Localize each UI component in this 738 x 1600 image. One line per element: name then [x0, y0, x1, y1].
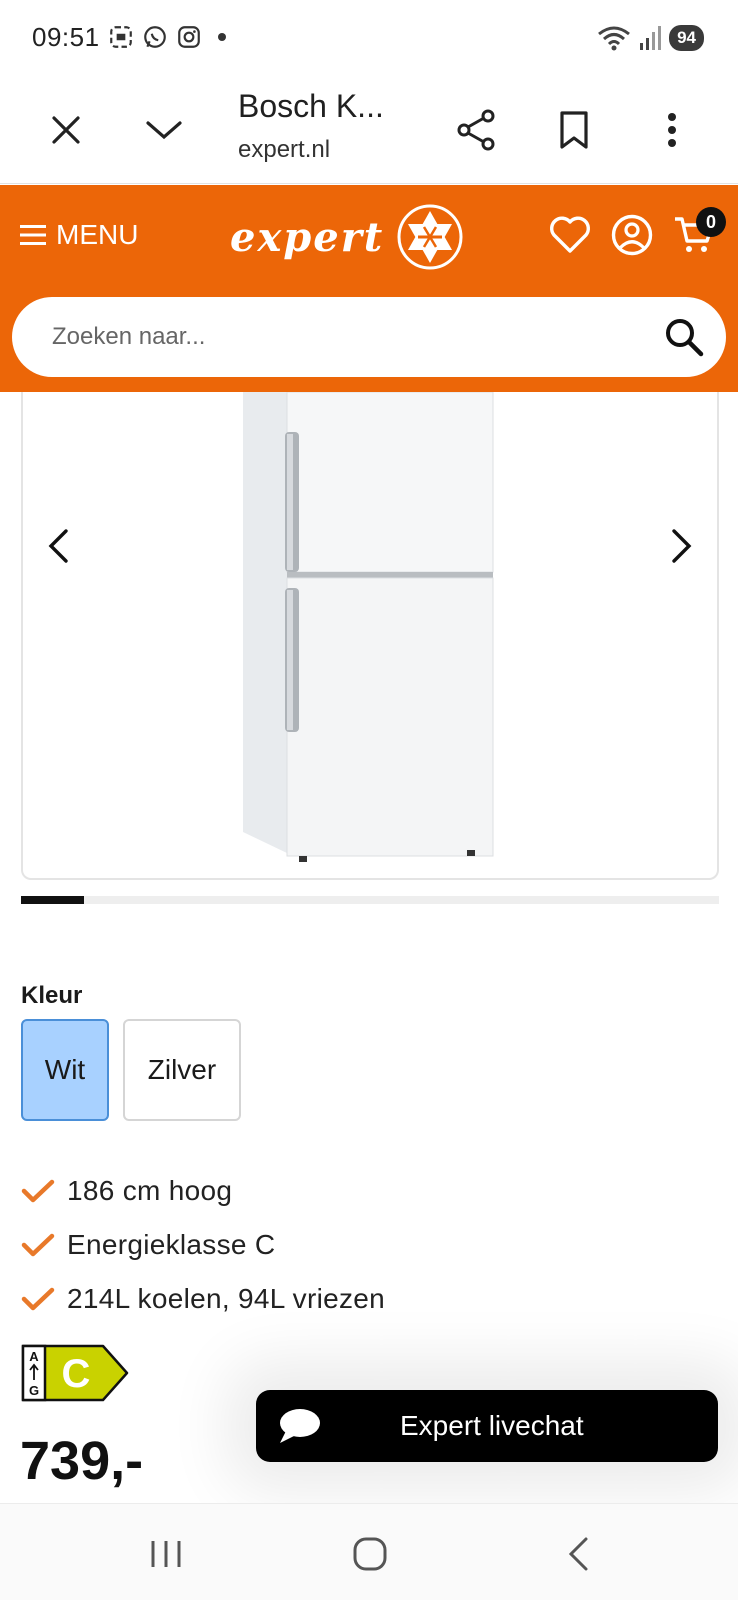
share-button[interactable] [448, 102, 504, 158]
checkmark-icon [21, 1287, 55, 1311]
feature-item: 214L koelen, 94L vriezen [21, 1272, 385, 1326]
status-time: 09:51 [32, 22, 100, 52]
feature-item: Energieklasse C [21, 1218, 385, 1272]
carousel-next-button[interactable] [657, 516, 707, 576]
chevron-down-icon [146, 121, 182, 140]
cart-count-badge: 0 [696, 207, 726, 237]
energy-class: C [62, 1352, 91, 1396]
status-bar: 09:51 94 [0, 0, 738, 78]
livechat-label: Expert livechat [400, 1410, 584, 1441]
color-option-wit[interactable]: Wit [21, 1019, 109, 1121]
feature-text: Energieklasse C [67, 1229, 276, 1260]
recent-apps-button[interactable] [142, 1532, 190, 1576]
product-price: 739,- [20, 1431, 144, 1491]
back-button[interactable] [554, 1532, 602, 1576]
close-tab-button[interactable] [38, 102, 94, 158]
back-icon [568, 1537, 588, 1571]
page-title: Bosch K... [238, 88, 384, 124]
checkmark-icon [21, 1233, 55, 1257]
expert-star-logo-icon [397, 204, 463, 270]
feature-text: 214L koelen, 94L vriezen [67, 1283, 386, 1314]
system-nav-bar [0, 1503, 738, 1600]
livechat-button[interactable]: Expert livechat [256, 1390, 718, 1462]
bookmark-icon [560, 111, 588, 149]
carousel-progress-bar [21, 896, 719, 904]
notification-icons [108, 24, 226, 50]
wifi-icon [598, 26, 631, 51]
browser-toolbar: Bosch K... expert.nl [0, 78, 738, 184]
chevron-left-icon [48, 529, 68, 563]
menu-label: MENU [56, 219, 139, 250]
checkmark-icon [21, 1179, 55, 1203]
feature-text: 186 cm hoog [67, 1175, 233, 1206]
account-button[interactable] [610, 213, 654, 257]
hamburger-icon [20, 225, 46, 245]
energy-label-badge[interactable]: A G C [21, 1344, 131, 1402]
recent-apps-icon [151, 1541, 181, 1567]
feature-list: 186 cm hoog Energieklasse C 214L koelen,… [21, 1164, 385, 1326]
color-label: Kleur [21, 982, 83, 1009]
energy-scale-top: A [29, 1349, 39, 1364]
more-notifications-dot [218, 33, 226, 41]
color-options: Wit Zilver [21, 1019, 241, 1121]
home-icon [353, 1537, 387, 1571]
feature-item: 186 cm hoog [21, 1164, 385, 1218]
bookmark-button[interactable] [546, 102, 602, 158]
wishlist-button[interactable] [548, 213, 592, 257]
fridge-freezer-image [243, 392, 494, 862]
whatsapp-icon [144, 26, 166, 48]
cart-button[interactable]: 0 [672, 207, 726, 257]
search-bar [12, 297, 726, 377]
screenshot-icon [110, 26, 132, 48]
search-input[interactable] [52, 323, 664, 351]
product-image-carousel[interactable] [21, 392, 719, 880]
signal-icon [640, 26, 662, 50]
color-option-zilver[interactable]: Zilver [123, 1019, 241, 1121]
share-icon [457, 109, 495, 151]
carousel-prev-button[interactable] [33, 516, 83, 576]
chat-bubble-icon [280, 1409, 320, 1443]
expert-logo[interactable]: expert [230, 203, 464, 271]
logo-text: expert [230, 213, 385, 261]
user-icon [611, 214, 653, 256]
heart-icon [550, 216, 590, 253]
instagram-icon [178, 26, 200, 48]
battery-level: 94 [669, 25, 704, 51]
energy-scale-bottom: G [29, 1383, 39, 1398]
page-url: expert.nl [238, 136, 331, 163]
more-options-button[interactable] [644, 102, 700, 158]
search-icon[interactable] [664, 317, 704, 357]
site-header: MENU expert 0 [0, 185, 738, 392]
minimize-button[interactable] [136, 102, 192, 158]
more-vertical-icon [668, 113, 676, 147]
menu-button[interactable]: MENU [20, 219, 138, 251]
chevron-right-icon [672, 529, 692, 563]
close-icon [52, 116, 80, 144]
carousel-progress-fill [21, 896, 84, 904]
home-button[interactable] [346, 1532, 394, 1576]
